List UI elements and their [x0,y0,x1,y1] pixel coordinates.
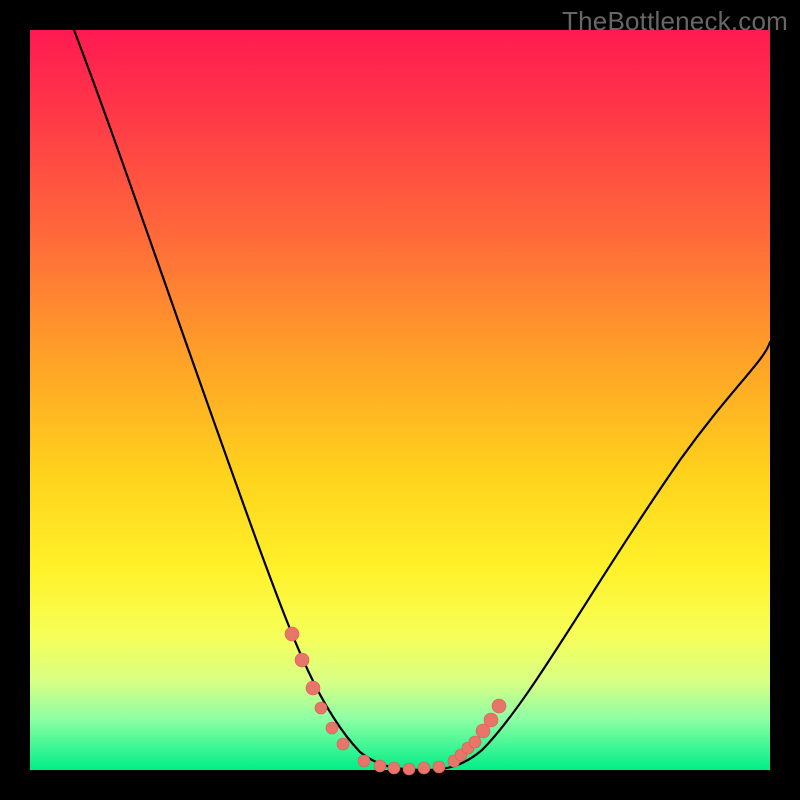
marker-dot [285,627,299,641]
marker-group [285,627,506,775]
marker-dot [358,755,370,767]
marker-dot [433,761,445,773]
marker-dot [326,722,338,734]
marker-dot [374,760,386,772]
marker-dot [492,699,506,713]
chart-frame: TheBottleneck.com [0,0,800,800]
bottleneck-curve [74,30,770,770]
marker-dot [418,762,430,774]
marker-dot [315,702,327,714]
marker-dot [337,738,349,750]
marker-dot [295,653,309,667]
marker-dot [484,713,498,727]
watermark-text: TheBottleneck.com [562,6,788,37]
marker-dot [388,762,400,774]
marker-dot [469,736,481,748]
plot-area [30,30,770,770]
marker-dot [403,763,415,775]
curve-svg [30,30,770,770]
marker-dot [306,681,320,695]
